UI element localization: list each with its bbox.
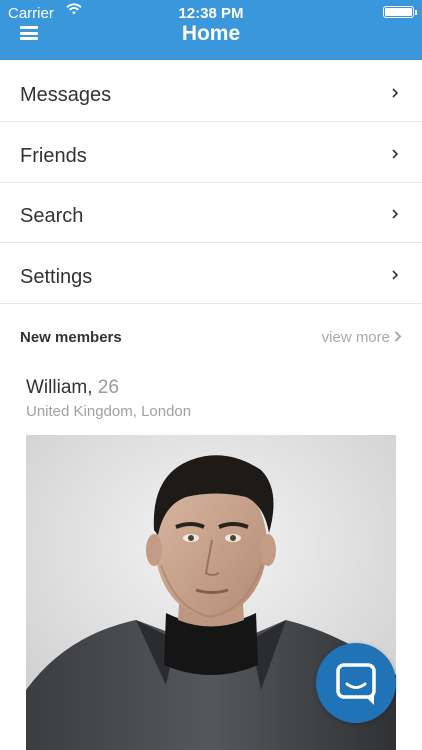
chat-bubble-icon — [336, 663, 376, 705]
member-name: William, — [26, 377, 93, 398]
chat-button[interactable] — [316, 643, 396, 723]
battery-icon — [383, 6, 417, 18]
chevron-right-icon — [392, 149, 399, 159]
page-title: Home — [181, 22, 241, 45]
chevron-right-icon — [392, 88, 399, 98]
member-name-line: William, 26 — [26, 377, 119, 399]
menu-item-settings[interactable]: Settings — [0, 244, 422, 304]
status-time: 12:38 PM — [178, 5, 244, 22]
navigation-bar: Carrier 12:38 PM Home — [0, 0, 422, 60]
menu-item-search[interactable]: Search — [0, 183, 422, 243]
view-more-label: view more — [321, 329, 390, 346]
chevron-right-icon — [394, 331, 402, 342]
menu-item-label: Settings — [20, 266, 93, 288]
member-location: United Kingdom, London — [26, 403, 192, 420]
menu-item-friends[interactable]: Friends — [0, 123, 422, 183]
member-age: 26 — [97, 377, 119, 398]
menu-item-label: Messages — [20, 84, 112, 106]
view-more-link[interactable]: view more — [322, 329, 402, 346]
chevron-right-icon — [392, 270, 399, 280]
chevron-right-icon — [392, 209, 399, 219]
menu-item-label: Friends — [20, 145, 87, 167]
status-bar: Carrier 12:38 PM — [0, 0, 422, 22]
new-members-heading: New members — [20, 329, 122, 346]
menu-item-messages[interactable]: Messages — [0, 62, 422, 122]
menu-item-label: Search — [20, 205, 84, 227]
